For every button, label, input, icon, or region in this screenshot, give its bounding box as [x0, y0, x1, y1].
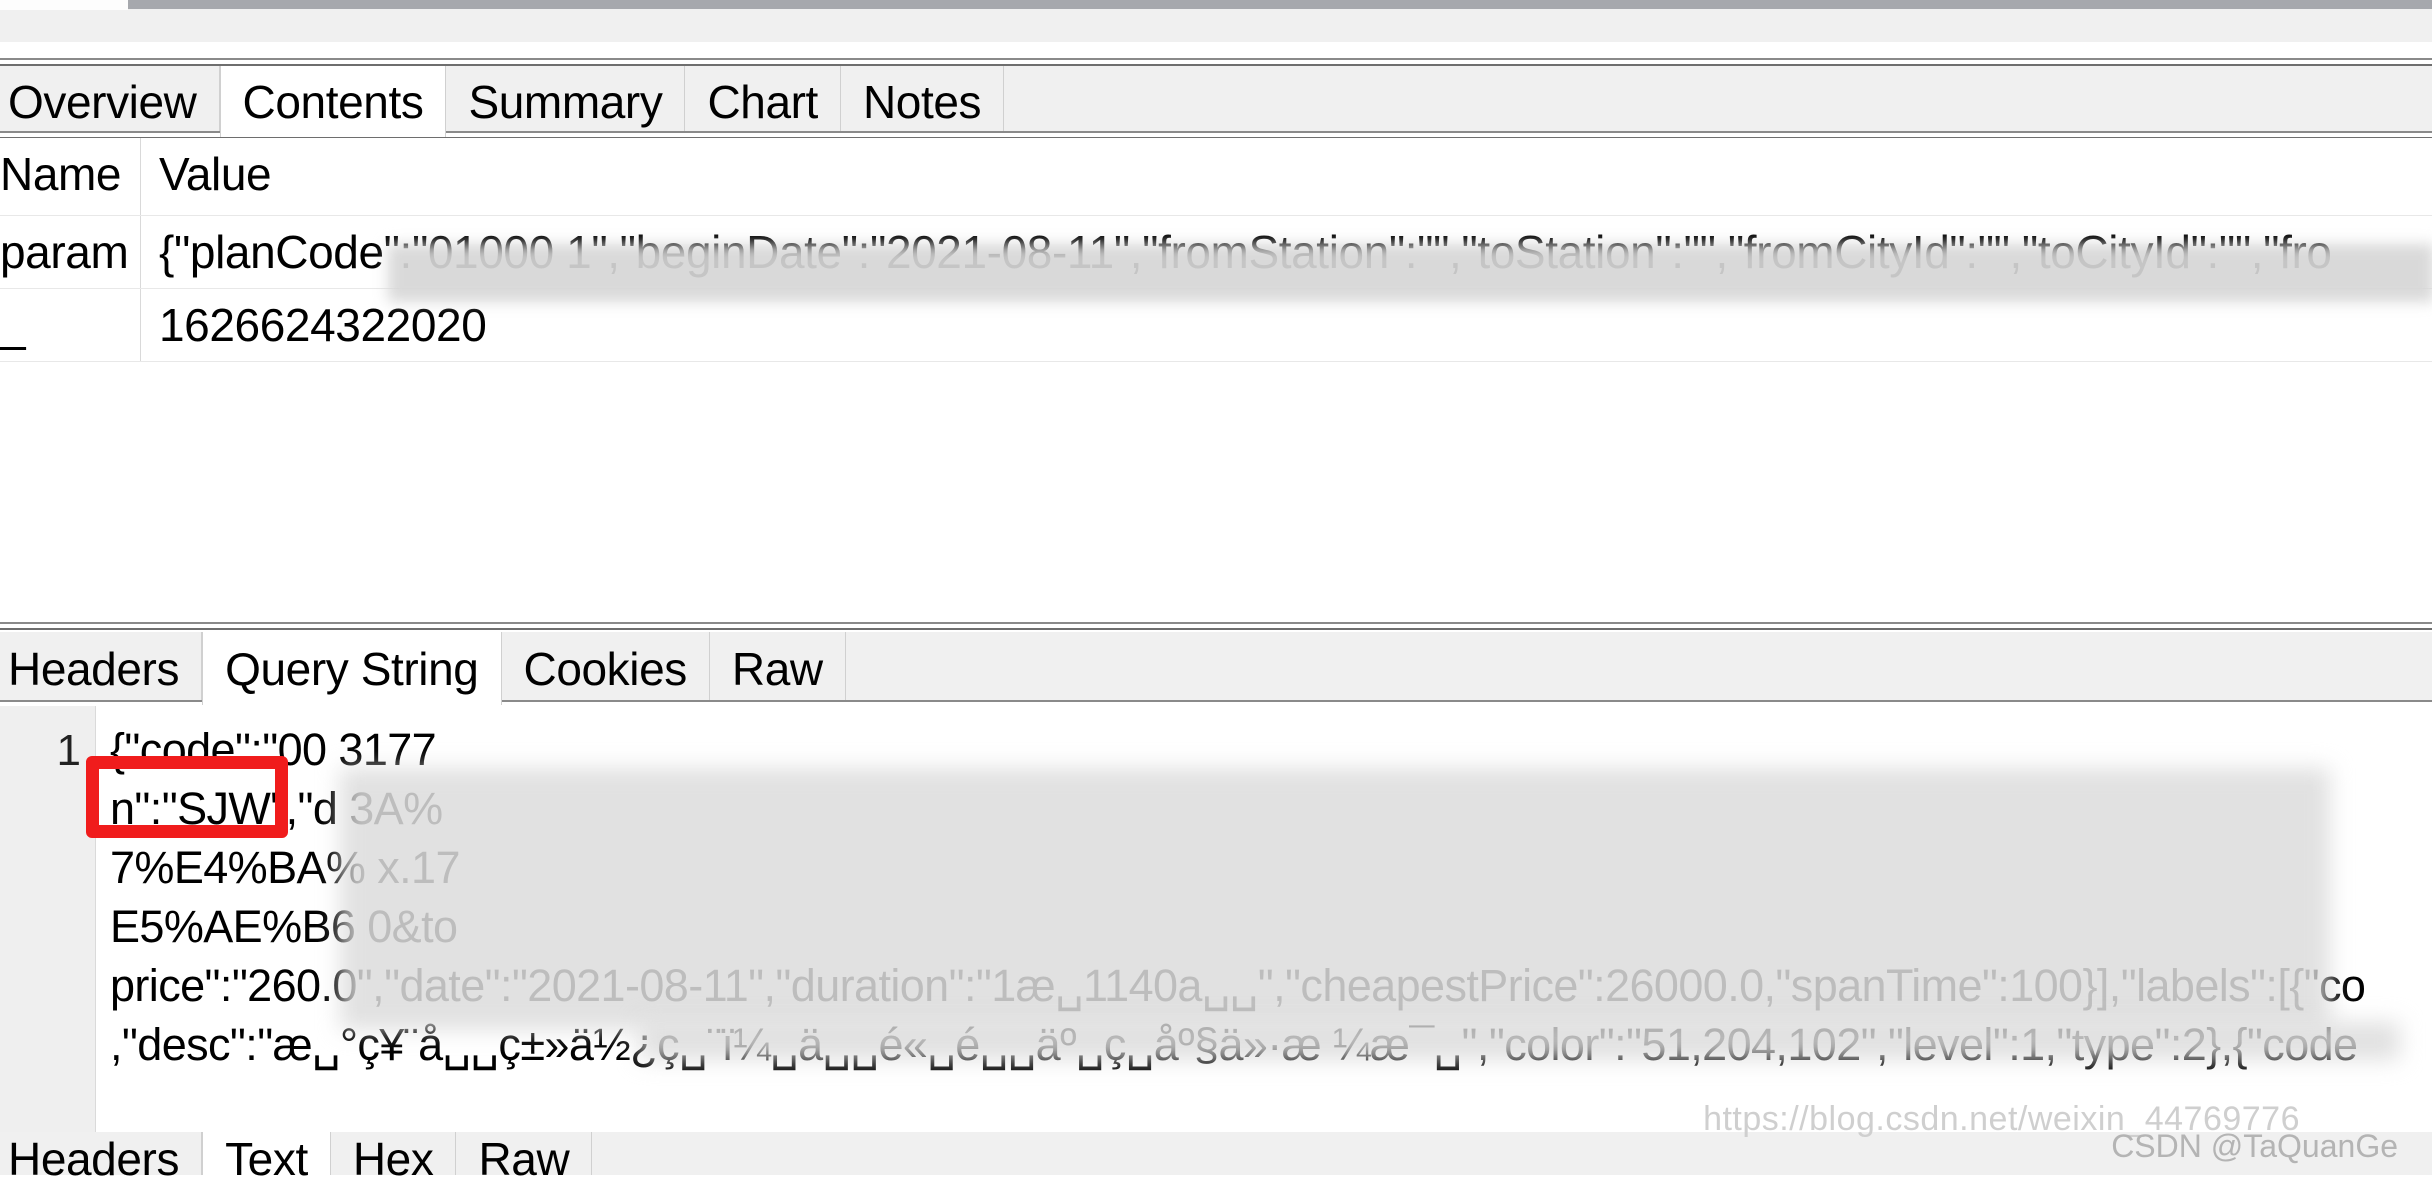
splitter-top[interactable] [0, 58, 2432, 66]
table-row[interactable]: param {"planCode":"01000 1","beginDate":… [0, 216, 2432, 289]
splitter-middle[interactable] [0, 622, 2432, 630]
row-name-underscore: _ [0, 289, 141, 361]
tab-response-hex[interactable]: Hex [330, 1132, 457, 1185]
json-line: ,"desc":"æ␣°ç¥¨å␣␣ç±»ä½¿ç␣¨ï¼␣ä␣␣é«␣é␣␣ä… [110, 1019, 2358, 1070]
tab-response-text-label: Text [225, 1133, 308, 1185]
tab-notes[interactable]: Notes [840, 66, 1005, 137]
tab-raw[interactable]: Raw [709, 632, 846, 705]
session-tabstrip-filler [1004, 66, 2432, 137]
tab-response-hex-label: Hex [352, 1133, 434, 1185]
response-json-text[interactable]: {"code":"00 3177 n":"SJW","d 3A% 7%E4%BA… [110, 706, 2432, 1074]
tab-contents[interactable]: Contents [219, 66, 447, 137]
tab-response-headers[interactable]: Headers [0, 1132, 203, 1185]
tab-overview-label: Overview [8, 75, 197, 128]
row-name-param: param [0, 216, 141, 288]
column-header-value[interactable]: Value [141, 138, 2432, 215]
session-tabstrip: Overview Contents Summary Chart Notes [0, 66, 2432, 138]
toolbar-gap [0, 12, 2432, 42]
column-header-name[interactable]: Name [0, 138, 141, 215]
tab-summary-label: Summary [468, 75, 663, 128]
tab-response-raw-label: Raw [478, 1133, 570, 1185]
tab-notes-label: Notes [862, 75, 982, 128]
row-value-underscore: 1626624322020 [159, 299, 487, 351]
json-line: n":"SJW","d 3A% [110, 783, 443, 834]
tab-response-headers-label: Headers [8, 1133, 180, 1185]
fiddler-window: Overview Contents Summary Chart Notes Na… [0, 0, 2432, 1185]
request-tabstrip-filler [845, 632, 2432, 705]
tab-raw-label: Raw [731, 642, 823, 695]
tab-summary[interactable]: Summary [446, 66, 686, 137]
table-row[interactable]: _ 1626624322020 [0, 289, 2432, 362]
tab-cookies-label: Cookies [523, 642, 688, 695]
tab-cookies[interactable]: Cookies [501, 632, 710, 705]
json-line: E5%AE%B6 0&to [110, 901, 458, 952]
tab-chart-label: Chart [707, 75, 818, 128]
grid-header-row: Name Value [0, 138, 2432, 216]
response-body-viewer[interactable]: 1 {"code":"00 3177 n":"SJW","d 3A% 7%E4%… [0, 706, 2432, 1132]
top-scroll-bar[interactable] [128, 0, 2432, 9]
query-parameter-grid: Name Value param {"planCode":"01000 1","… [0, 138, 2432, 662]
grid-empty-area [0, 362, 2432, 662]
line-number-gutter: 1 [0, 706, 96, 1132]
tab-query-string-label: Query String [225, 642, 479, 695]
row-value-param: {"planCode":"01000 1","beginDate":"2021-… [159, 226, 2332, 278]
top-tab-stub [0, 0, 128, 10]
watermark-author: CSDN @TaQuanGe [2111, 1128, 2398, 1164]
tab-chart[interactable]: Chart [685, 66, 841, 137]
json-line: price":"260.0","date":"2021-08-11","dura… [110, 960, 2366, 1011]
tab-headers-label: Headers [8, 642, 180, 695]
json-line: {"code":"00 3177 [110, 724, 437, 775]
tab-response-raw[interactable]: Raw [456, 1132, 593, 1185]
tab-response-text[interactable]: Text [202, 1132, 331, 1185]
tab-overview[interactable]: Overview [0, 66, 220, 137]
tab-headers[interactable]: Headers [0, 632, 203, 705]
tab-query-string[interactable]: Query String [202, 632, 502, 705]
json-line: 7%E4%BA% x.17 [110, 842, 461, 893]
line-number: 1 [56, 726, 81, 775]
request-tabstrip: Headers Query String Cookies Raw [0, 632, 2432, 706]
tab-contents-label: Contents [242, 75, 424, 128]
